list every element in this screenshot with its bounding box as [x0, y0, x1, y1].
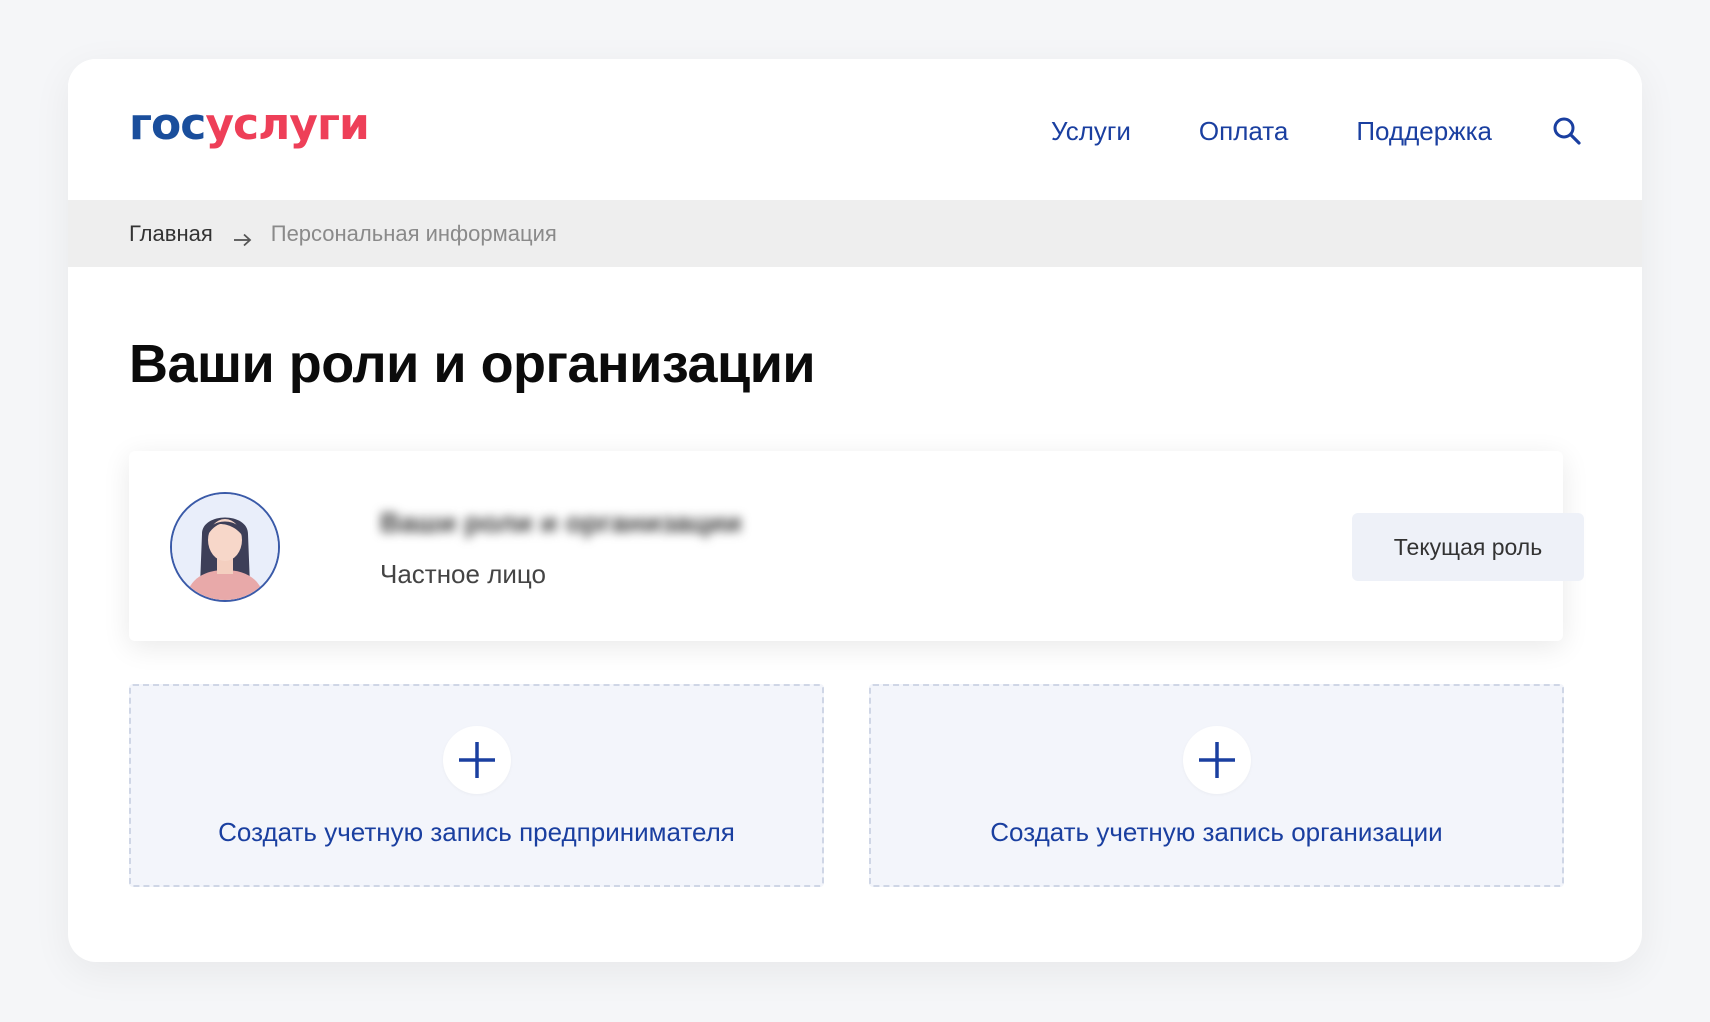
nav-link-services[interactable]: Услуги [1051, 113, 1131, 149]
logo-part-gos: гос [129, 99, 206, 150]
nav-link-payment[interactable]: Оплата [1199, 113, 1288, 149]
main-nav: Услуги Оплата Поддержка [1051, 113, 1582, 149]
plus-icon [442, 726, 511, 794]
page-container: госуслуги Услуги Оплата Поддержка Главна… [68, 59, 1642, 962]
create-entrepreneur-account-label: Создать учетную запись предпринимателя [218, 817, 735, 847]
create-entrepreneur-account-card[interactable]: Создать учетную запись предпринимателя [129, 684, 824, 887]
breadcrumb-home-link[interactable]: Главная [129, 221, 213, 247]
role-card: Ваши роли и организации Частное лицо Тек… [129, 451, 1584, 641]
arrow-right-icon [233, 227, 253, 246]
user-avatar-icon[interactable] [170, 492, 280, 602]
current-role-button[interactable]: Текущая роль [1352, 513, 1584, 581]
role-name: Ваши роли и организации [380, 507, 742, 538]
header: госуслуги Услуги Оплата Поддержка [68, 59, 1642, 200]
logo[interactable]: госуслуги [129, 103, 370, 147]
nav-link-support[interactable]: Поддержка [1356, 113, 1492, 149]
role-type: Частное лицо [380, 559, 546, 589]
create-organization-account-card[interactable]: Создать учетную запись организации [869, 684, 1564, 887]
plus-icon [1182, 726, 1251, 794]
create-organization-account-label: Создать учетную запись организации [990, 817, 1443, 847]
search-icon[interactable] [1552, 116, 1582, 146]
page-title: Ваши роли и организации [129, 334, 816, 394]
breadcrumb-bar: Главная Персональная информация [68, 200, 1642, 267]
logo-part-uslugi: услуги [205, 99, 369, 150]
breadcrumb-current: Персональная информация [270, 220, 557, 246]
breadcrumb: Главная Персональная информация [129, 200, 557, 267]
